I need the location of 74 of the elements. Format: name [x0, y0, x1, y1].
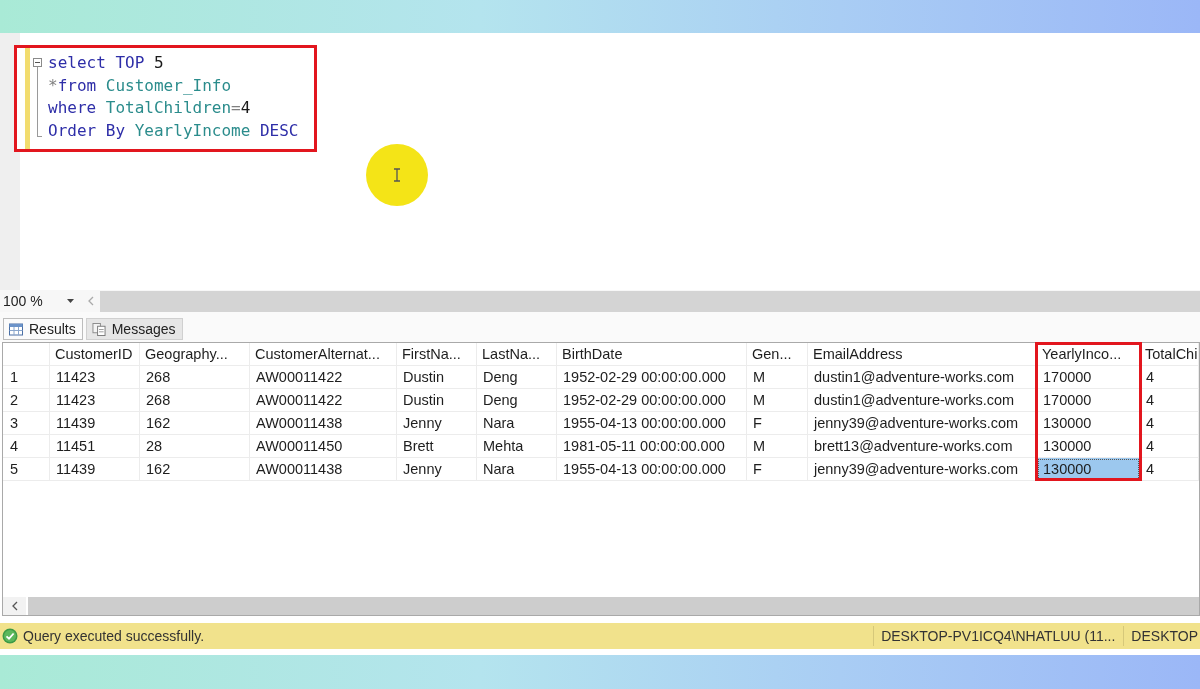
documents-icon [91, 322, 106, 336]
table-cell: AW00011438 [250, 458, 397, 481]
table-cell: 268 [140, 366, 250, 389]
table-cell: M [747, 389, 808, 412]
result-tab[interactable]: Messages [85, 318, 183, 340]
column-header[interactable]: Gen... [747, 343, 808, 366]
table-cell: 1952-02-29 00:00:00.000 [557, 366, 747, 389]
table-cell: 11439 [50, 412, 140, 435]
table-cell: Jenny [397, 458, 477, 481]
result-tab[interactable]: Results [3, 318, 83, 340]
table-cell: AW00011422 [250, 389, 397, 412]
table-cell: 4 [1140, 389, 1199, 412]
row-number[interactable]: 3 [3, 412, 50, 435]
row-number[interactable]: 5 [3, 458, 50, 481]
table-cell: AW00011422 [250, 366, 397, 389]
table-cell: F [747, 412, 808, 435]
table-cell: Nara [477, 458, 557, 481]
code-line: *from Customer_Info [48, 74, 233, 97]
table-cell: 1952-02-29 00:00:00.000 [557, 389, 747, 412]
table-cell: 11451 [50, 435, 140, 458]
column-header[interactable]: CustomerID [50, 343, 140, 366]
table-cell: 4 [1140, 458, 1199, 481]
table-cell: 4 [1140, 366, 1199, 389]
table-cell: Mehta [477, 435, 557, 458]
table-cell: 4 [1140, 435, 1199, 458]
table-cell: Deng [477, 366, 557, 389]
table-cell: M [747, 435, 808, 458]
scroll-left-button[interactable] [3, 597, 26, 615]
collapse-icon[interactable] [33, 58, 42, 67]
chevron-left-icon [11, 601, 18, 611]
table-cell: Dustin [397, 389, 477, 412]
row-number[interactable]: 1 [3, 366, 50, 389]
table-cell: AW00011450 [250, 435, 397, 458]
table-cell: 1955-04-13 00:00:00.000 [557, 412, 747, 435]
column-header[interactable]: Geography... [140, 343, 250, 366]
column-header[interactable]: FirstNa... [397, 343, 477, 366]
table-cell: Jenny [397, 412, 477, 435]
table-cell: 11439 [50, 458, 140, 481]
zoom-dropdown[interactable]: 100 % [0, 290, 80, 312]
status-section: DESKTOP [1123, 626, 1198, 646]
code-line: select TOP 5 [48, 52, 165, 74]
table-cell: 4 [1140, 412, 1199, 435]
grid-icon [9, 322, 23, 336]
scrollbar-thumb[interactable] [28, 597, 1199, 615]
table-cell: Nara [477, 412, 557, 435]
code-line: where TotalChildren=4 [48, 97, 252, 119]
column-header[interactable]: CustomerAlternat... [250, 343, 397, 366]
row-number[interactable]: 2 [3, 389, 50, 412]
table-cell: 1955-04-13 00:00:00.000 [557, 458, 747, 481]
table-cell: Brett [397, 435, 477, 458]
table-cell: 1981-05-11 00:00:00.000 [557, 435, 747, 458]
table-cell: M [747, 366, 808, 389]
cursor-highlight-icon [366, 144, 428, 206]
header-corner[interactable] [3, 343, 50, 366]
chevron-left-icon [88, 296, 94, 306]
table-cell: 11423 [50, 366, 140, 389]
row-number[interactable]: 4 [3, 435, 50, 458]
table-cell: 162 [140, 412, 250, 435]
table-cell: Deng [477, 389, 557, 412]
table-cell: 268 [140, 389, 250, 412]
scrollbar-thumb[interactable] [100, 291, 1200, 312]
caret-down-icon [67, 299, 74, 303]
table-cell: Dustin [397, 366, 477, 389]
table-cell: 162 [140, 458, 250, 481]
table-cell: AW00011438 [250, 412, 397, 435]
column-header[interactable]: BirthDate [557, 343, 747, 366]
column-header[interactable]: LastNa... [477, 343, 557, 366]
column-header[interactable]: TotalChi [1140, 343, 1199, 366]
code-line: Order By YearlyIncome DESC [48, 119, 299, 142]
table-cell: F [747, 458, 808, 481]
status-section: DESKTOP-PV1ICQ4\NHATLUU (11... [873, 626, 1124, 646]
table-cell: 11423 [50, 389, 140, 412]
table-cell: 28 [140, 435, 250, 458]
status-message: Query executed successfully. [23, 628, 206, 644]
